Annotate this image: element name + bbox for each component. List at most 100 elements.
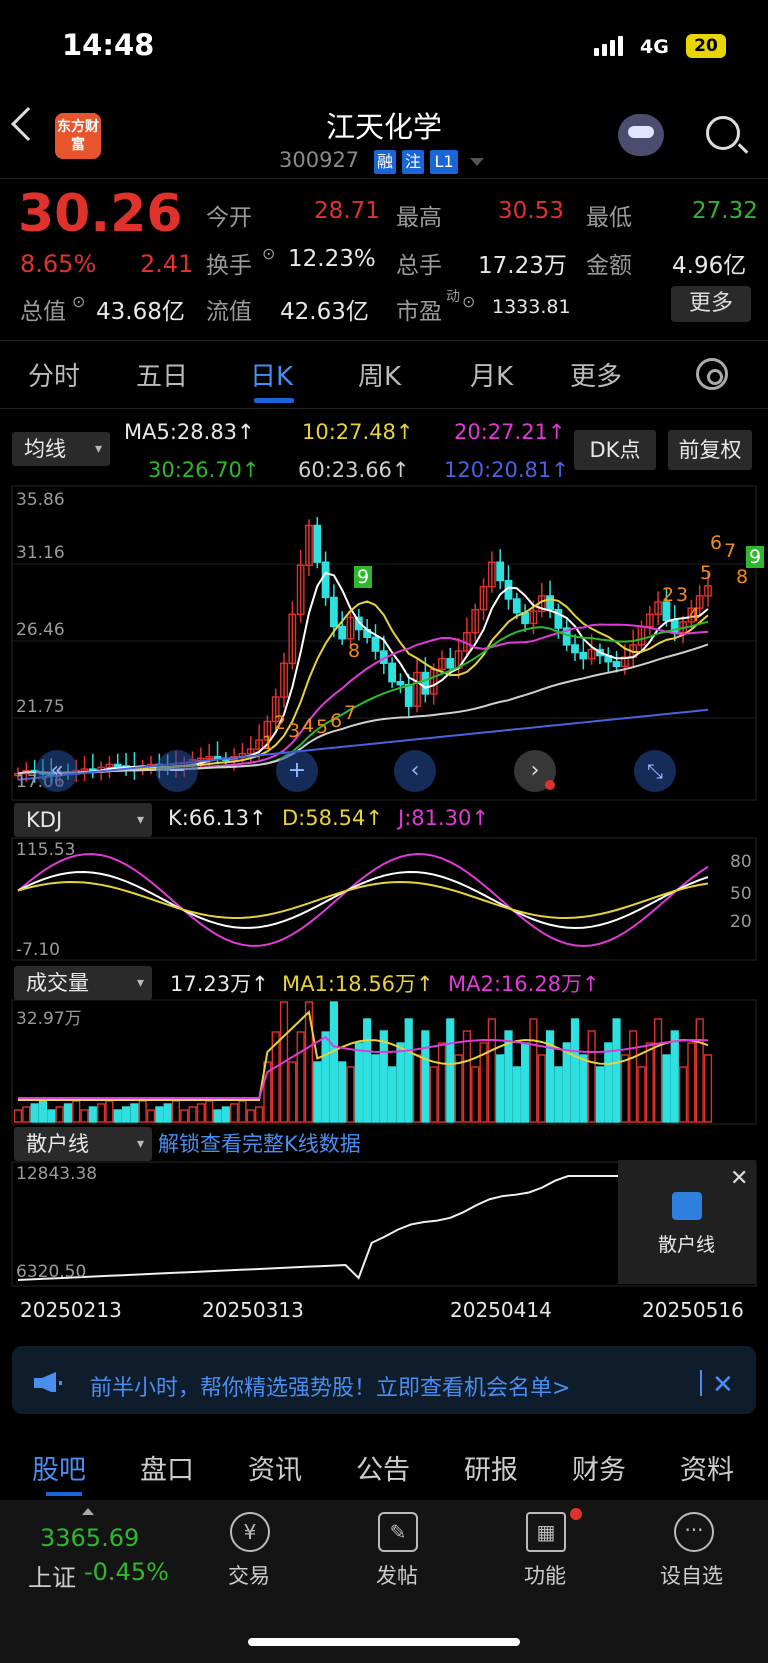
retail-dropdown[interactable]: 散户线 bbox=[14, 1127, 152, 1161]
close-icon[interactable]: ✕ bbox=[712, 1370, 734, 1400]
td-marker: 4 bbox=[302, 715, 315, 737]
kdj-d-line bbox=[17, 880, 709, 919]
kdj-axis-bottom: -7.10 bbox=[16, 940, 60, 960]
candle-body bbox=[512, 598, 521, 614]
volume-bar bbox=[47, 1109, 56, 1123]
ma-line bbox=[17, 620, 709, 775]
home-indicator bbox=[248, 1638, 520, 1646]
volume-bar bbox=[155, 1106, 164, 1123]
megaphone-icon bbox=[34, 1372, 62, 1392]
volume-bar bbox=[454, 1054, 463, 1123]
td-marker: 8 bbox=[736, 566, 749, 588]
tab-pankou[interactable]: 盘口 bbox=[140, 1448, 194, 1487]
volume-bar bbox=[138, 1100, 147, 1123]
candle-body bbox=[612, 661, 621, 668]
volume-bar bbox=[462, 1030, 472, 1123]
volume-bar bbox=[246, 1109, 255, 1123]
trade-label[interactable]: 交易 bbox=[228, 1560, 270, 1590]
candle-body bbox=[579, 651, 588, 660]
kdj-k-line bbox=[17, 871, 709, 929]
trade-icon[interactable]: ¥ bbox=[230, 1512, 270, 1552]
retail-panel-icon bbox=[672, 1192, 702, 1220]
volume-bar bbox=[471, 1066, 480, 1123]
volume-bar bbox=[620, 1054, 629, 1123]
volume-bar bbox=[429, 1066, 438, 1123]
volume-value: 17.23万↑ bbox=[170, 972, 269, 996]
volume-bar bbox=[363, 1018, 372, 1123]
kdj-j-line bbox=[17, 853, 709, 948]
fullscreen-icon[interactable]: ⤡ bbox=[634, 750, 676, 792]
volume-bar bbox=[446, 1018, 455, 1123]
volume-bar bbox=[645, 1042, 654, 1123]
tab-finance[interactable]: 财务 bbox=[572, 1448, 626, 1487]
price-axis-3: 26.46 bbox=[16, 620, 65, 640]
bottom-tab-underline bbox=[46, 1492, 82, 1496]
watchlist-icon[interactable]: ··· bbox=[674, 1512, 714, 1552]
volume-bar bbox=[188, 1106, 197, 1123]
td-marker: 4 bbox=[688, 604, 701, 626]
volume-bar bbox=[338, 1061, 347, 1123]
volume-bar bbox=[404, 1018, 413, 1123]
retail-panel-label: 散户线 bbox=[658, 1234, 716, 1256]
volume-bar bbox=[387, 1066, 397, 1123]
retail-axis-top: 12843.38 bbox=[16, 1164, 98, 1184]
volume-axis-top: 32.97万 bbox=[16, 1009, 82, 1029]
volume-dropdown[interactable]: 成交量 bbox=[14, 966, 152, 1000]
banner-text[interactable]: 前半小时，帮你精选强势股！立即查看机会名单> bbox=[90, 1370, 570, 1402]
candle-body bbox=[113, 763, 122, 768]
volume-bar bbox=[72, 1100, 81, 1123]
tab-profile[interactable]: 资料 bbox=[680, 1448, 734, 1487]
td-marker: 8 bbox=[348, 640, 361, 662]
volume-bar bbox=[678, 1066, 688, 1123]
candle-body bbox=[571, 644, 579, 654]
volume-bar bbox=[662, 1054, 671, 1123]
ma-line bbox=[17, 643, 709, 775]
post-icon[interactable]: ✎ bbox=[378, 1512, 418, 1552]
volume-bar bbox=[88, 1106, 97, 1123]
price-axis-2: 31.16 bbox=[16, 543, 65, 563]
kdj-dropdown[interactable]: KDJ bbox=[14, 803, 152, 837]
watchlist-label[interactable]: 设自选 bbox=[660, 1560, 723, 1590]
volume-bar bbox=[163, 1103, 172, 1123]
candle-body bbox=[330, 596, 338, 628]
volume-bar bbox=[296, 1031, 305, 1123]
kdj-k: K:66.13↑ bbox=[168, 806, 267, 830]
price-axis-top: 35.86 bbox=[16, 490, 65, 510]
index-change[interactable]: -0.45% bbox=[84, 1558, 169, 1586]
function-badge bbox=[570, 1508, 582, 1520]
volume-bar bbox=[230, 1103, 239, 1123]
volume-bar bbox=[637, 1066, 646, 1123]
scroll-left-icon[interactable]: « bbox=[36, 750, 78, 792]
index-value[interactable]: 3365.69 bbox=[40, 1524, 139, 1552]
volume-bar bbox=[130, 1103, 139, 1123]
volume-bar bbox=[254, 1106, 264, 1123]
function-label[interactable]: 功能 bbox=[524, 1560, 566, 1590]
post-label[interactable]: 发帖 bbox=[376, 1560, 418, 1590]
td-marker: 5 bbox=[700, 562, 713, 584]
tab-news[interactable]: 资讯 bbox=[248, 1448, 302, 1487]
volume-bar bbox=[421, 1030, 430, 1123]
zoom-in-icon[interactable]: + bbox=[276, 750, 318, 792]
zoom-out-icon[interactable]: − bbox=[156, 750, 198, 792]
function-icon[interactable]: ▦ bbox=[526, 1512, 566, 1552]
unlock-link[interactable]: 解锁查看完整K线数据 bbox=[158, 1128, 361, 1158]
ma-line bbox=[17, 708, 709, 781]
kdj-axis-top: 115.53 bbox=[16, 840, 76, 860]
close-icon[interactable]: ✕ bbox=[730, 1166, 748, 1191]
tab-guba[interactable]: 股吧 bbox=[32, 1448, 86, 1487]
index-name[interactable]: 上证 bbox=[28, 1558, 76, 1593]
prev-icon[interactable]: ‹ bbox=[394, 750, 436, 792]
tab-announce[interactable]: 公告 bbox=[356, 1448, 410, 1487]
volume-bar bbox=[38, 1100, 48, 1123]
volume-bar bbox=[97, 1103, 106, 1123]
volume-bar bbox=[371, 1054, 380, 1123]
volume-bar bbox=[512, 1066, 521, 1123]
volume-bar bbox=[537, 1054, 546, 1123]
volume-bar bbox=[654, 1018, 663, 1123]
volume-bar bbox=[346, 1066, 355, 1123]
tab-research[interactable]: 研报 bbox=[464, 1448, 518, 1487]
expand-caret-icon[interactable] bbox=[82, 1508, 94, 1515]
volume-bar bbox=[562, 1042, 571, 1123]
candle-body bbox=[404, 684, 413, 707]
td-marker: 1 bbox=[262, 732, 275, 754]
